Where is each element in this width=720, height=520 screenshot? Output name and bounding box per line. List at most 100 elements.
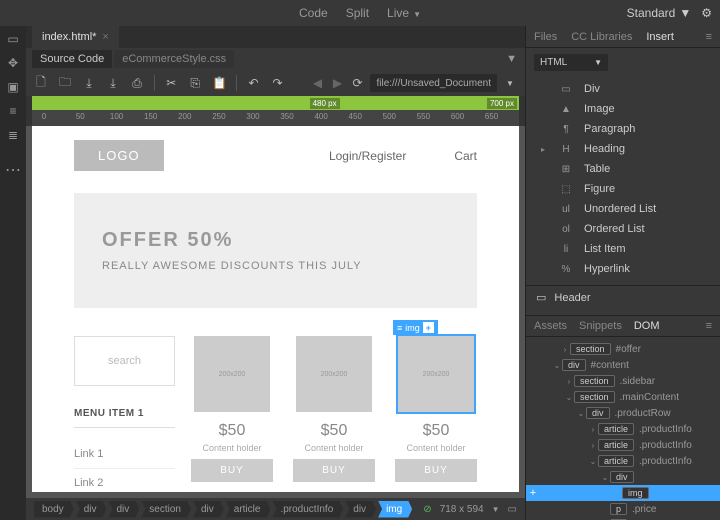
- dom-node-article[interactable]: ›article.productInfo: [526, 421, 720, 437]
- dom-node-div[interactable]: ⌄div#content: [526, 357, 720, 373]
- paste-icon[interactable]: 📋: [212, 76, 226, 90]
- dom-node-section[interactable]: ›section.sidebar: [526, 373, 720, 389]
- assets-tab[interactable]: Assets: [534, 320, 567, 332]
- more-tools-icon[interactable]: ⋯: [5, 160, 21, 180]
- product-card[interactable]: ≡ img + 200x200 $50 Content holder BUY: [395, 336, 477, 492]
- insert-item-figure[interactable]: ⬚Figure: [526, 179, 720, 199]
- dom-node-section[interactable]: ›section#offer: [526, 341, 720, 357]
- media-query-bar[interactable]: 480 px 700 px: [32, 96, 519, 110]
- workspace-selector[interactable]: Standard▼: [627, 6, 692, 20]
- snippets-tab[interactable]: Snippets: [579, 320, 622, 332]
- css-designer-icon[interactable]: ≡: [6, 104, 20, 118]
- panel-menu-icon[interactable]: ≡: [706, 31, 712, 43]
- address-bar[interactable]: file:///Unsaved_Document: [370, 74, 497, 92]
- device-preview-icon[interactable]: ▭: [508, 504, 517, 515]
- left-tool-rail: ▭ ✥ ▣ ≡ ≣ ⋯: [0, 26, 26, 520]
- cut-icon[interactable]: ✂: [164, 76, 178, 90]
- dom-node-div[interactable]: ⌄div.productRow: [526, 405, 720, 421]
- offer-subtitle: REALLY AWESOME DISCOUNTS THIS JULY: [102, 260, 449, 272]
- insert-item-hyperlink[interactable]: %Hyperlink: [526, 259, 720, 279]
- offer-title: OFFER 50%: [102, 229, 449, 252]
- address-dropdown-icon[interactable]: ▼: [503, 79, 517, 88]
- search-input[interactable]: search: [74, 336, 175, 386]
- breadcrumb-tag[interactable]: article: [226, 501, 271, 518]
- css-file-tab[interactable]: eCommerceStyle.css: [114, 50, 234, 68]
- view-code-tab[interactable]: Code: [299, 6, 328, 20]
- redo-icon[interactable]: ↷: [270, 76, 284, 90]
- dom-tab[interactable]: DOM: [634, 320, 660, 332]
- product-description: Content holder: [191, 443, 273, 453]
- breadcrumb-tag[interactable]: body: [34, 501, 74, 518]
- product-image: 200x200: [194, 336, 270, 412]
- print-icon[interactable]: ⎙: [130, 76, 144, 91]
- panel-menu-icon[interactable]: ≡: [706, 320, 712, 332]
- insert-item-table[interactable]: ⊞Table: [526, 159, 720, 179]
- dom-tree[interactable]: ›section#offer⌄div#content›section.sideb…: [526, 337, 720, 520]
- copy-icon[interactable]: ⎘: [188, 76, 202, 91]
- add-element-icon[interactable]: +: [423, 322, 434, 333]
- buy-button[interactable]: BUY: [293, 459, 375, 482]
- breadcrumb-tag[interactable]: div: [193, 501, 224, 518]
- insert-item-unordered-list[interactable]: ulUnordered List: [526, 199, 720, 219]
- save-all-icon[interactable]: ⤓: [106, 76, 120, 91]
- insert-item-div[interactable]: ▭Div: [526, 79, 720, 99]
- save-icon[interactable]: ⤓: [82, 76, 96, 91]
- insert-item-paragraph[interactable]: ¶Paragraph: [526, 119, 720, 139]
- cc-libraries-tab[interactable]: CC Libraries: [571, 31, 632, 43]
- breadcrumb-tag[interactable]: div: [345, 501, 376, 518]
- login-register-link[interactable]: Login/Register: [329, 149, 406, 163]
- sidebar-link-2[interactable]: Link 2: [74, 469, 175, 492]
- dom-node-section[interactable]: ⌄section.mainContent: [526, 389, 720, 405]
- view-split-tab[interactable]: Split: [346, 6, 369, 20]
- product-card[interactable]: 200x200 $50 Content holder BUY: [293, 336, 375, 492]
- breadcrumb-tag[interactable]: div: [76, 501, 107, 518]
- dom-node-div[interactable]: ⌄div: [526, 469, 720, 485]
- breakpoint-marker-480[interactable]: 480 px: [310, 98, 340, 109]
- nav-forward-icon[interactable]: ▶: [330, 76, 344, 90]
- product-card[interactable]: 200x200 $50 Content holder BUY: [191, 336, 273, 492]
- cart-link[interactable]: Cart: [454, 149, 477, 163]
- breadcrumb-tag[interactable]: div: [108, 501, 139, 518]
- dom-node-article[interactable]: ⌄article.productInfo: [526, 453, 720, 469]
- source-code-tab[interactable]: Source Code: [32, 50, 112, 68]
- tag-selector-breadcrumb: body div div section div article .produc…: [26, 498, 525, 520]
- layers-icon[interactable]: ≣: [6, 128, 20, 142]
- dom-node-img[interactable]: +img: [526, 485, 720, 501]
- buy-button[interactable]: BUY: [395, 459, 477, 482]
- insert-item-ordered-list[interactable]: olOrdered List: [526, 219, 720, 239]
- new-file-icon[interactable]: 🗋: [34, 73, 48, 94]
- breadcrumb-tag[interactable]: .productInfo: [272, 501, 343, 518]
- insert-category-select[interactable]: HTML▼: [534, 54, 608, 71]
- breadcrumb-tag-active[interactable]: img: [378, 501, 412, 518]
- refresh-icon[interactable]: ⟳: [350, 76, 364, 90]
- open-file-icon[interactable]: 🗀: [58, 73, 72, 94]
- buy-button[interactable]: BUY: [191, 459, 273, 482]
- nav-back-icon[interactable]: ◀: [310, 76, 324, 90]
- view-live-tab[interactable]: Live▼: [387, 6, 421, 20]
- breadcrumb-tag[interactable]: section: [141, 501, 191, 518]
- insert-item-list-item[interactable]: liList Item: [526, 239, 720, 259]
- undo-icon[interactable]: ↶: [246, 76, 260, 90]
- hamburger-icon[interactable]: ≡: [397, 323, 402, 333]
- insert-item-heading[interactable]: ▸HHeading: [526, 139, 720, 159]
- insert-before-icon[interactable]: +: [526, 486, 540, 500]
- filter-icon[interactable]: ▼: [506, 53, 517, 65]
- dom-node-p[interactable]: p.price: [526, 501, 720, 517]
- file-tab-index[interactable]: index.html*: [32, 26, 119, 48]
- files-tab[interactable]: Files: [534, 31, 557, 43]
- extract-icon[interactable]: ▣: [6, 80, 20, 94]
- sync-settings-icon[interactable]: ⚙: [701, 6, 712, 20]
- files-panel-icon[interactable]: ▭: [6, 32, 20, 46]
- element-selection-badge[interactable]: ≡ img +: [393, 320, 438, 335]
- manage-sites-icon[interactable]: ✥: [6, 56, 20, 70]
- document-toolbar: 🗋 🗀 ⤓ ⤓ ⎙ ✂ ⎘ 📋 ↶ ↷ ◀ ▶ ⟳ file:///Uns: [26, 70, 525, 96]
- live-preview-canvas[interactable]: LOGO Login/Register Cart OFFER 50% REALL…: [32, 126, 519, 492]
- dom-node-article[interactable]: ›article.productInfo: [526, 437, 720, 453]
- breakpoint-marker-700[interactable]: 700 px: [487, 98, 517, 109]
- site-logo[interactable]: LOGO: [74, 140, 164, 171]
- header-insert-item[interactable]: ▭ Header: [526, 285, 720, 309]
- insert-tab[interactable]: Insert: [646, 31, 674, 43]
- insert-item-image[interactable]: ▲Image: [526, 99, 720, 119]
- sidebar-link-1[interactable]: Link 1: [74, 440, 175, 469]
- product-image-selected[interactable]: 200x200: [398, 336, 474, 412]
